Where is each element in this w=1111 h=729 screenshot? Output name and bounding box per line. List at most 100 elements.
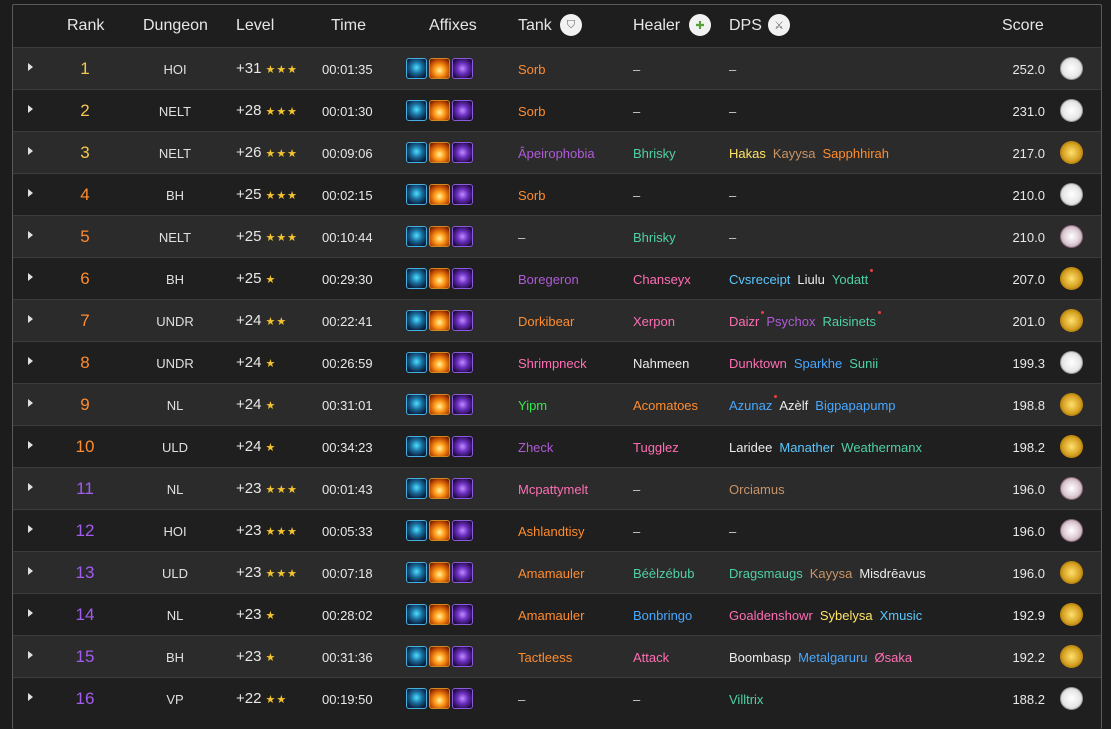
table-row[interactable]: 11 NL +23 ★★★ 00:01:43 Mcpattymelt – Orciamus 19… xyxy=(13,467,1101,509)
tyrannical-affix-icon[interactable] xyxy=(406,268,427,289)
bursting-affix-icon[interactable] xyxy=(429,436,450,457)
expand-caret-icon[interactable] xyxy=(28,273,33,281)
tank-name[interactable]: Shrimpneck xyxy=(518,356,587,371)
dps-name[interactable]: Hakas xyxy=(729,146,766,161)
tyrannical-affix-icon[interactable] xyxy=(406,478,427,499)
tank-name[interactable]: Ashlandtisy xyxy=(518,524,584,539)
table-row[interactable]: 14 NL +23 ★ 00:28:02 Amamauler Bonbringo Goalde… xyxy=(13,593,1101,635)
healer-name[interactable]: Bonbringo xyxy=(633,608,692,623)
tyrannical-affix-icon[interactable] xyxy=(406,520,427,541)
expand-caret-icon[interactable] xyxy=(28,567,33,575)
tyrannical-affix-icon[interactable] xyxy=(406,58,427,79)
expand-caret-icon[interactable] xyxy=(28,63,33,71)
header-tank[interactable]: Tank xyxy=(518,17,552,35)
bursting-affix-icon[interactable] xyxy=(429,352,450,373)
tank-name[interactable]: Mcpattymelt xyxy=(518,482,588,497)
dps-name[interactable]: Øsaka xyxy=(875,650,913,665)
table-row[interactable]: 4 BH +25 ★★★ 00:02:15 Sorb – – 210.0 xyxy=(13,173,1101,215)
header-rank[interactable]: Rank xyxy=(67,17,104,35)
dps-name[interactable]: Psychox xyxy=(766,314,815,329)
table-row[interactable]: 13 ULD +23 ★★★ 00:07:18 Amamauler Béèlzébub Dra… xyxy=(13,551,1101,593)
tyrannical-affix-icon[interactable] xyxy=(406,226,427,247)
tyrannical-affix-icon[interactable] xyxy=(406,394,427,415)
dps-name[interactable]: Cvsreceipt xyxy=(729,272,790,287)
shrouded-affix-icon[interactable] xyxy=(452,352,473,373)
tyrannical-affix-icon[interactable] xyxy=(406,604,427,625)
expand-caret-icon[interactable] xyxy=(28,315,33,323)
bursting-affix-icon[interactable] xyxy=(429,100,450,121)
tyrannical-affix-icon[interactable] xyxy=(406,184,427,205)
shrouded-affix-icon[interactable] xyxy=(452,58,473,79)
shrouded-affix-icon[interactable] xyxy=(452,310,473,331)
bursting-affix-icon[interactable] xyxy=(429,58,450,79)
tank-name[interactable]: Amamauler xyxy=(518,608,584,623)
bursting-affix-icon[interactable] xyxy=(429,688,450,709)
table-row[interactable]: 10 ULD +24 ★ 00:34:23 Zheck Tugglez Laridee Mana… xyxy=(13,425,1101,467)
dps-name[interactable]: Dragsmaugs xyxy=(729,566,803,581)
tyrannical-affix-icon[interactable] xyxy=(406,436,427,457)
table-row[interactable]: 1 HOI +31 ★★★ 00:01:35 Sorb – – 252.0 xyxy=(13,47,1101,89)
dps-name[interactable]: Azèlf xyxy=(779,398,808,413)
expand-caret-icon[interactable] xyxy=(28,441,33,449)
table-row[interactable]: 2 NELT +28 ★★★ 00:01:30 Sorb – – 231.0 xyxy=(13,89,1101,131)
tank-name[interactable]: Amamauler xyxy=(518,566,584,581)
dps-role-icon[interactable]: ⚔ xyxy=(768,14,790,36)
expand-caret-icon[interactable] xyxy=(28,693,33,701)
shrouded-affix-icon[interactable] xyxy=(452,436,473,457)
table-row[interactable]: 7 UNDR +24 ★★ 00:22:41 Dorkibear Xerpon Daizr Ps… xyxy=(13,299,1101,341)
bursting-affix-icon[interactable] xyxy=(429,394,450,415)
table-row[interactable]: 8 UNDR +24 ★ 00:26:59 Shrimpneck Nahmeen Dunkto… xyxy=(13,341,1101,383)
dps-name[interactable]: Dunktown xyxy=(729,356,787,371)
dps-name[interactable]: Xmusic xyxy=(880,608,923,623)
header-score[interactable]: Score xyxy=(1002,17,1044,35)
healer-name[interactable]: Bhrisky xyxy=(633,230,676,245)
tyrannical-affix-icon[interactable] xyxy=(406,688,427,709)
dps-name[interactable]: Boombasp xyxy=(729,650,791,665)
healer-name[interactable]: Béèlzébub xyxy=(633,566,694,581)
dps-name[interactable]: Sunii xyxy=(849,356,878,371)
bursting-affix-icon[interactable] xyxy=(429,562,450,583)
dps-name[interactable]: Sparkhe xyxy=(794,356,842,371)
bursting-affix-icon[interactable] xyxy=(429,268,450,289)
expand-caret-icon[interactable] xyxy=(28,357,33,365)
dps-name[interactable]: Raisinets xyxy=(822,314,875,329)
healer-name[interactable]: Attack xyxy=(633,650,669,665)
bursting-affix-icon[interactable] xyxy=(429,184,450,205)
expand-caret-icon[interactable] xyxy=(28,147,33,155)
tank-role-icon[interactable]: ⛉ xyxy=(560,14,582,36)
shrouded-affix-icon[interactable] xyxy=(452,646,473,667)
shrouded-affix-icon[interactable] xyxy=(452,394,473,415)
shrouded-affix-icon[interactable] xyxy=(452,520,473,541)
bursting-affix-icon[interactable] xyxy=(429,226,450,247)
dps-name[interactable]: Sybelysa xyxy=(820,608,873,623)
expand-caret-icon[interactable] xyxy=(28,609,33,617)
table-row[interactable]: 9 NL +24 ★ 00:31:01 Yipm Acomatoes Azunaz Azèlf B… xyxy=(13,383,1101,425)
tyrannical-affix-icon[interactable] xyxy=(406,352,427,373)
tank-name[interactable]: Yipm xyxy=(518,398,547,413)
bursting-affix-icon[interactable] xyxy=(429,142,450,163)
header-healer[interactable]: Healer xyxy=(633,17,680,35)
tank-name[interactable]: Âpeirophobia xyxy=(518,146,595,161)
tank-name[interactable]: Dorkibear xyxy=(518,314,574,329)
healer-name[interactable]: Nahmeen xyxy=(633,356,689,371)
table-row[interactable]: 12 HOI +23 ★★★ 00:05:33 Ashlandtisy – – 196.0 xyxy=(13,509,1101,551)
dps-name[interactable]: Kayysa xyxy=(810,566,853,581)
expand-caret-icon[interactable] xyxy=(28,399,33,407)
expand-caret-icon[interactable] xyxy=(28,651,33,659)
tyrannical-affix-icon[interactable] xyxy=(406,100,427,121)
shrouded-affix-icon[interactable] xyxy=(452,268,473,289)
shrouded-affix-icon[interactable] xyxy=(452,226,473,247)
dps-name[interactable]: Manather xyxy=(779,440,834,455)
healer-role-icon[interactable]: ✚ xyxy=(689,14,711,36)
tank-name[interactable]: Tactleess xyxy=(518,650,572,665)
header-time[interactable]: Time xyxy=(331,17,366,35)
table-row[interactable]: 15 BH +23 ★ 00:31:36 Tactleess Attack Boombasp M… xyxy=(13,635,1101,677)
tank-name[interactable]: Sorb xyxy=(518,104,545,119)
header-dungeon[interactable]: Dungeon xyxy=(143,17,208,35)
shrouded-affix-icon[interactable] xyxy=(452,604,473,625)
shrouded-affix-icon[interactable] xyxy=(452,562,473,583)
bursting-affix-icon[interactable] xyxy=(429,604,450,625)
expand-caret-icon[interactable] xyxy=(28,483,33,491)
shrouded-affix-icon[interactable] xyxy=(452,688,473,709)
dps-name[interactable]: Kayysa xyxy=(773,146,816,161)
